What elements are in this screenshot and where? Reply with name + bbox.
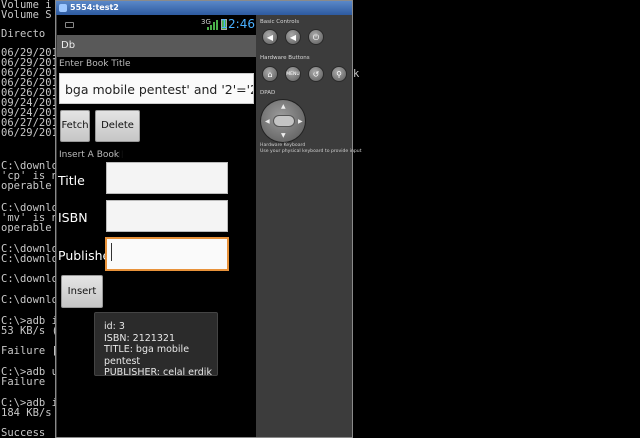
- console-line: Failure [: [1, 345, 58, 357]
- search-icon[interactable]: ⚲: [331, 66, 347, 82]
- emulator-window-title: 5554:test2: [70, 3, 119, 12]
- status-bar: 3G 12:46: [57, 15, 256, 35]
- dpad-right-icon[interactable]: ▶: [298, 118, 303, 125]
- console-line: C:\downlo: [1, 273, 58, 285]
- emulator-app-icon: [59, 4, 67, 12]
- console-line: operable: [1, 222, 52, 234]
- text-caret: [111, 243, 112, 261]
- home-icon[interactable]: ⌂: [262, 66, 278, 82]
- isbn-field-label: ISBN: [58, 210, 88, 225]
- fetch-button[interactable]: Fetch: [60, 110, 90, 142]
- console-line: C:\downlo: [1, 253, 58, 265]
- dpad-down-icon[interactable]: ▼: [281, 132, 286, 139]
- notification-icon: [65, 22, 74, 28]
- console-stray-char: k: [353, 68, 360, 80]
- insert-book-header: Insert A Book: [59, 150, 120, 160]
- basic-controls-label: Basic Controls: [260, 19, 300, 25]
- toast-isbn: ISBN: 2121321: [104, 332, 175, 344]
- volume-up-icon[interactable]: ◀: [285, 29, 301, 45]
- hardware-keyboard-hint: Use your physical keyboard to provide in…: [260, 149, 362, 154]
- book-title-label: Enter Book Title: [59, 59, 131, 69]
- hardware-keyboard-label: Hardware Keyboard: [260, 143, 306, 148]
- title-field[interactable]: [106, 162, 228, 194]
- menu-button[interactable]: MENU: [285, 66, 301, 82]
- power-icon[interactable]: ⏻: [308, 29, 324, 45]
- console-line: Failure: [1, 376, 46, 388]
- insert-button[interactable]: Insert: [61, 275, 103, 308]
- hardware-buttons-label: Hardware Buttons: [260, 55, 310, 61]
- toast-publisher: PUBLISHER: celal erdik: [104, 367, 212, 378]
- dpad-label: DPAD: [260, 90, 276, 96]
- console-line: 06/29/201: [1, 127, 58, 139]
- toast-id: id: 3: [104, 321, 125, 332]
- toast-title: TITLE: bga mobile pentest: [104, 344, 190, 367]
- console-line: Success: [1, 427, 46, 438]
- dpad-control[interactable]: ▲ ▼ ◀ ▶: [260, 99, 306, 143]
- console-line: C:\downlo: [1, 294, 58, 306]
- console-line: operable: [1, 180, 52, 192]
- dpad-left-icon[interactable]: ◀: [265, 118, 270, 125]
- book-title-input[interactable]: bga mobile pentest' and '2'='2: [59, 73, 254, 104]
- title-field-label: Title: [58, 173, 85, 188]
- volume-down-icon[interactable]: ◀: [262, 29, 278, 45]
- result-toast: id: 3 ISBN: 2121321 TITLE: bga mobile pe…: [94, 312, 218, 378]
- isbn-field[interactable]: [106, 200, 228, 232]
- status-clock: 12:46: [220, 17, 255, 31]
- console-line: Volume S: [1, 9, 52, 21]
- dpad-up-icon[interactable]: ▲: [281, 103, 286, 110]
- console-line: Directo: [1, 28, 46, 40]
- back-icon[interactable]: ↺: [308, 66, 324, 82]
- emulator-controls-panel: Basic Controls ◀ ◀ ⏻ Hardware Buttons ⌂ …: [256, 15, 362, 437]
- publisher-field[interactable]: [105, 237, 229, 271]
- emulator-titlebar[interactable]: 5554:test2: [56, 1, 352, 15]
- signal-icon: [207, 20, 218, 30]
- delete-all-button[interactable]: Delete All: [95, 110, 140, 161]
- action-bar-title: Db: [57, 35, 256, 57]
- dpad-center-button[interactable]: [273, 115, 295, 127]
